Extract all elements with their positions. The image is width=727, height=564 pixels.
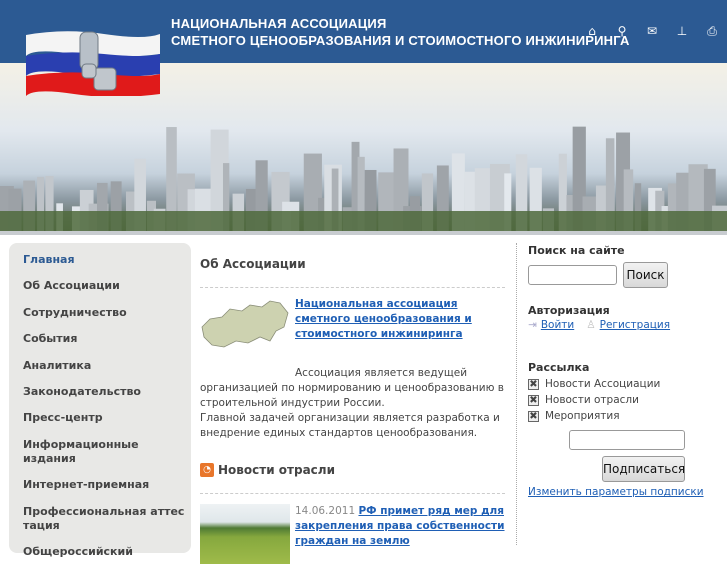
checkbox[interactable]: ✖ [528,394,539,406]
subscribe-heading: Рассылка [528,361,590,374]
main-nav: Главная Об Ассоциации Сотрудничество Соб… [9,243,191,558]
nav-item-reception[interactable]: Интернет-приемная [9,478,191,492]
checkbox[interactable]: ✖ [528,410,539,422]
register-link[interactable]: Регистрация [600,319,670,331]
nav-item-analytics[interactable]: Аналитика [9,359,191,373]
print-icon[interactable]: ⎙ [705,24,719,39]
divider [200,287,505,288]
subscribe-button[interactable]: Подписаться [602,456,685,482]
login-icon: ⇥ [528,319,537,331]
trees [0,211,727,233]
nav-item-cooperation[interactable]: Сотрудничество [9,306,191,320]
sitemap-icon[interactable]: ⊥ [675,24,689,39]
subscribe-option[interactable]: ✖ Мероприятия [528,410,727,422]
email-input[interactable] [569,430,685,450]
divider [200,493,505,494]
nav-item-about[interactable]: Об Ассоциации [9,279,191,293]
auth-heading: Авторизация [528,304,610,317]
nav-item-attestation[interactable]: Профессиональная аттестация [9,505,191,533]
search-icon[interactable]: ⚲ [615,24,629,39]
russia-map-image[interactable] [200,297,290,353]
logo-flag[interactable] [24,30,162,96]
divider [0,231,727,235]
main-content: Об Ассоциации Национальная ассоциация см… [200,243,505,564]
home-icon[interactable]: ⌂ [585,24,599,39]
about-heading: Об Ассоциации [200,257,306,271]
about-text-2: Главной задачей организации является раз… [200,412,500,439]
login-link[interactable]: Войти [541,319,574,331]
right-sidebar: Поиск на сайте Поиск Авторизация ⇥ Войти… [516,243,727,545]
subscribe-option[interactable]: ✖ Новости Ассоциации [528,378,727,390]
site-title[interactable]: НАЦИОНАЛЬНАЯ АССОЦИАЦИЯ СМЕТНОГО ЦЕНООБР… [171,15,630,49]
subscribe-option[interactable]: ✖ Новости отрасли [528,394,727,406]
news-heading: Новости отрасли [218,463,335,477]
nav-item-publications[interactable]: Информационные издания [9,438,191,466]
news-item: 14.06.2011 РФ примет ряд мер для закрепл… [200,504,505,564]
checkbox[interactable]: ✖ [528,378,539,390]
user-icon: ♙ [586,319,596,331]
mail-icon[interactable]: ✉ [645,24,659,39]
about-link[interactable]: Национальная ассоциация сметного ценообр… [295,298,472,340]
search-input[interactable] [528,265,617,285]
search-heading: Поиск на сайте [528,244,625,257]
nav-item-all-russian[interactable]: Общероссийский [9,545,191,559]
rss-icon[interactable]: ◔ [200,463,214,477]
nav-item-home[interactable]: Главная [9,253,191,267]
nav-item-legislation[interactable]: Законодательство [9,385,191,399]
skyline-image [0,126,727,233]
news-date: 14.06.2011 [295,505,356,517]
about-text: Ассоциация является ведущей организацией… [200,367,504,409]
change-subscription-link[interactable]: Изменить параметры подписки [528,486,727,498]
news-thumbnail[interactable] [200,504,290,564]
search-button[interactable]: Поиск [623,262,668,288]
nav-item-press[interactable]: Пресс-центр [9,411,191,425]
nav-item-events[interactable]: События [9,332,191,346]
